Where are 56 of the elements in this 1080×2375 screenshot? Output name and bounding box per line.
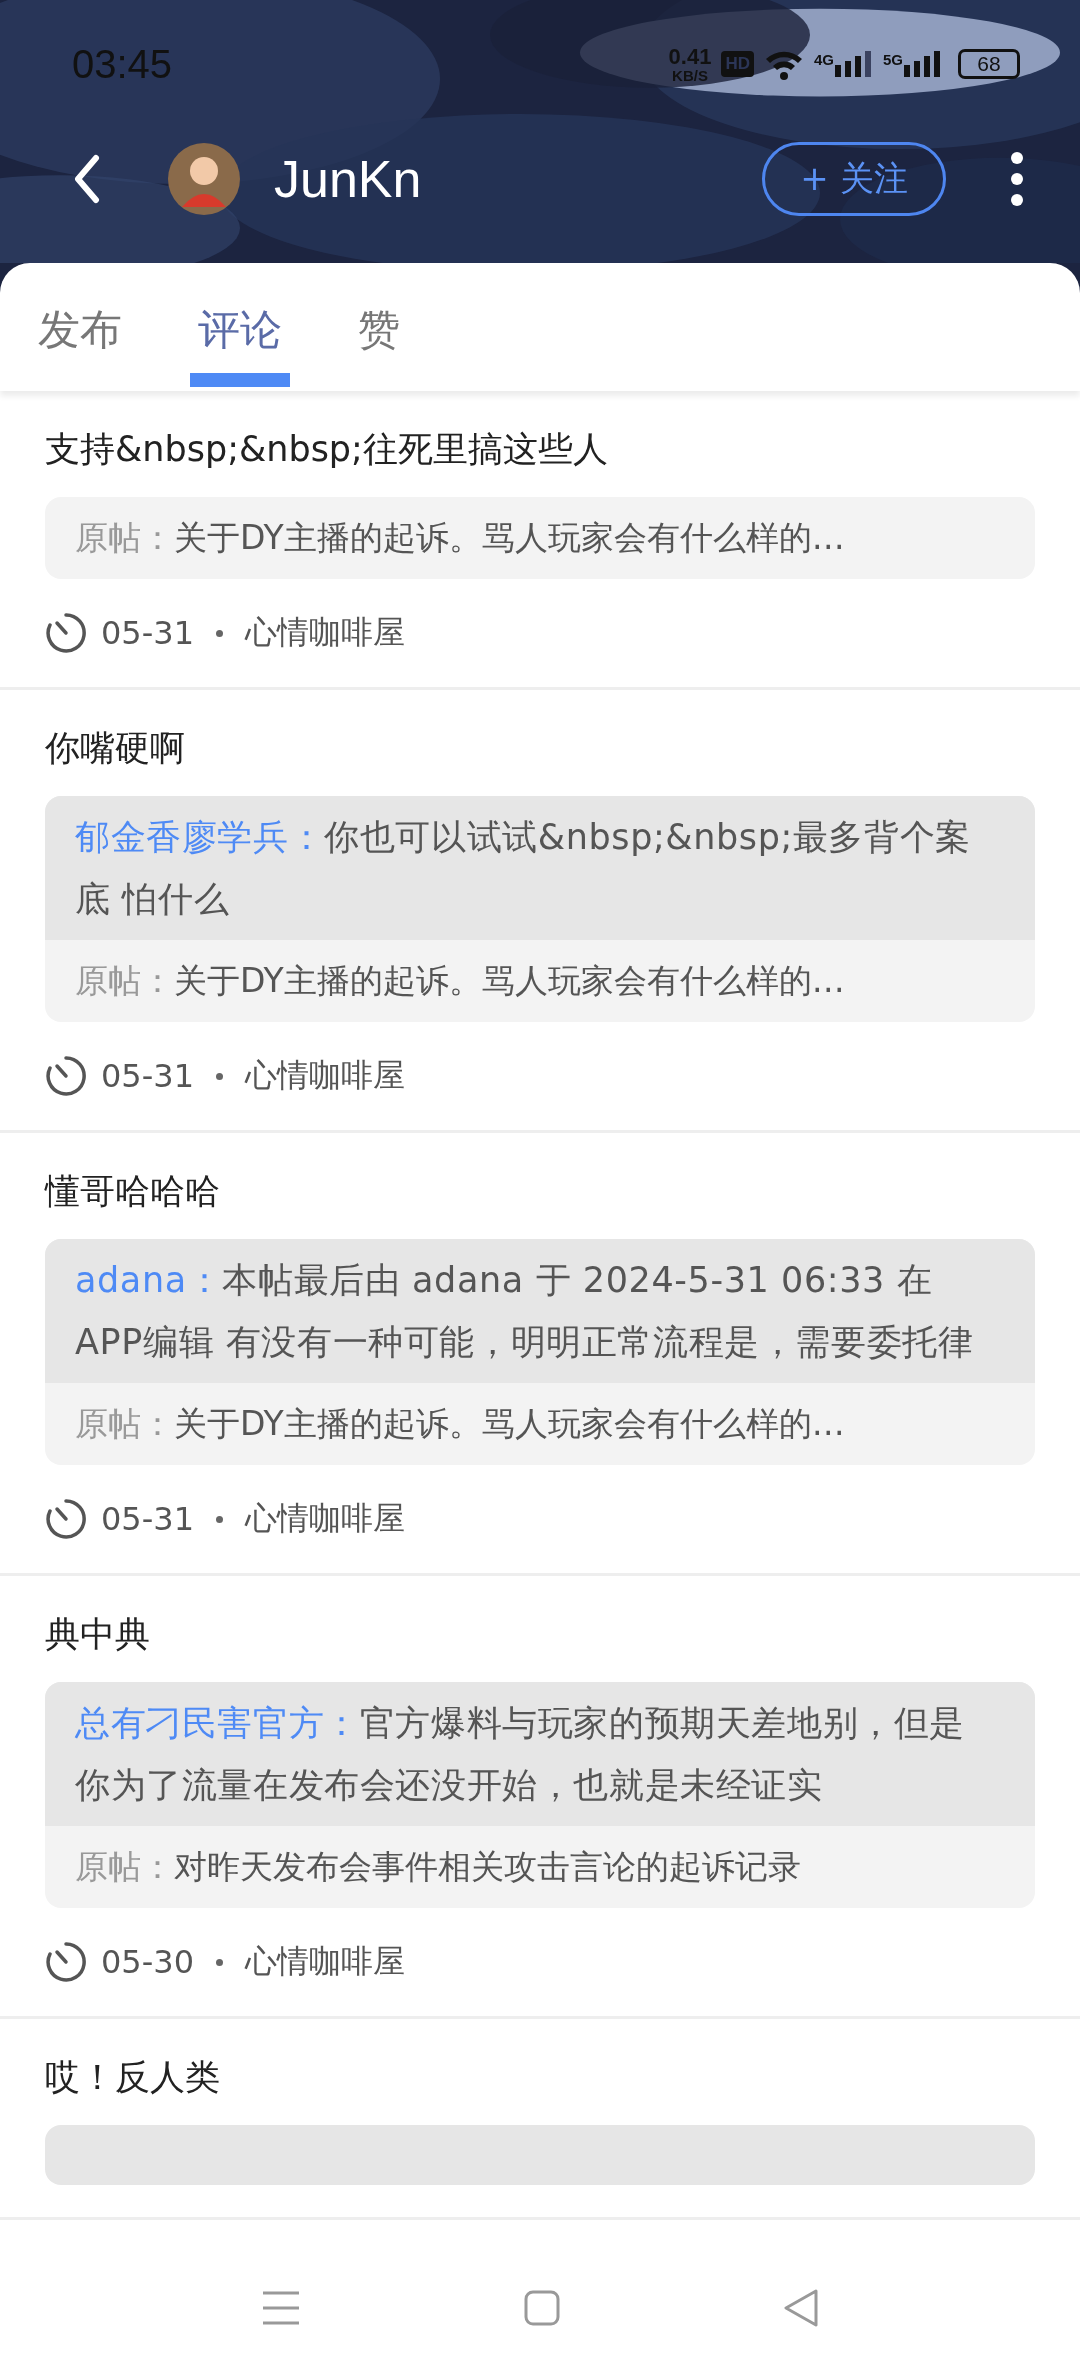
reply-text: 郁金香廖学兵：你也可以试试&nbsp;&nbsp;最多背个案底 怕什么 (75, 816, 972, 921)
original-post-label: 原帖： (75, 517, 174, 559)
signal-icon (835, 51, 873, 77)
quote-card[interactable]: 郁金香廖学兵：你也可以试试&nbsp;&nbsp;最多背个案底 怕什么 原帖：关于DY主播的起诉。骂人玩家会有什么样的… (45, 796, 1035, 1022)
quote-card[interactable]: adana：本帖最后由 adana 于 2024-5-31 06:33 在APP编辑 有没有一种可能，明明正常流程是，需要委托律 原帖：关于DY主播的起诉。骂人玩家会有什么样的… (45, 1239, 1035, 1465)
tab[interactable]: 发布 (30, 263, 130, 387)
net-speed-unit: KB/S (672, 67, 708, 83)
original-post-label: 原帖： (75, 1846, 174, 1888)
clock-icon (45, 612, 87, 654)
network-type: 4G (813, 51, 834, 68)
clock-icon (45, 1498, 87, 1540)
separator-dot (216, 1515, 223, 1523)
forum-name[interactable]: 心情咖啡屋 (245, 1497, 405, 1541)
signal-icon (904, 51, 942, 77)
net-speed: 0.41 (668, 45, 712, 68)
follow-button[interactable]: + 关注 (762, 142, 946, 216)
separator-dot (216, 1958, 223, 1966)
hd-badge: HD (721, 51, 754, 77)
comment-text: 懂哥哈哈哈 (45, 1170, 221, 1213)
back-nav-icon[interactable] (782, 2288, 819, 2327)
separator-dot (216, 629, 223, 637)
separator-dot (216, 1072, 223, 1080)
original-post-title: 关于DY主播的起诉。骂人玩家会有什么样的… (174, 960, 845, 1002)
original-post-title: 对昨天发布会事件相关攻击言论的起诉记录 (174, 1846, 801, 1888)
home-icon[interactable] (524, 2289, 560, 2326)
tab[interactable]: 赞 (350, 263, 408, 387)
back-icon[interactable] (72, 154, 102, 204)
user-name: JunKn (274, 149, 422, 209)
comment-date: 05-30 (101, 1943, 194, 1981)
comment-text: 你嘴硬啊 (45, 727, 186, 770)
comment-date: 05-31 (101, 1500, 194, 1538)
original-post-label: 原帖： (75, 1403, 174, 1445)
menu-icon[interactable] (261, 2289, 302, 2326)
comment-date: 05-31 (101, 1057, 194, 1095)
original-post-title: 关于DY主播的起诉。骂人玩家会有什么样的… (174, 517, 845, 559)
network-type: 5G (883, 51, 903, 68)
avatar (168, 143, 240, 215)
battery-icon: 68 (958, 49, 1020, 79)
forum-name[interactable]: 心情咖啡屋 (245, 611, 405, 655)
reply-text: 总有刁民害官方：官方爆料与玩家的预期天差地别，但是你为了流量在发布会还没开始，也就是未经证实 (75, 1702, 966, 1807)
clock-icon (45, 1941, 87, 1983)
reply-text: adana：本帖最后由 adana 于 2024-5-31 06:33 在APP编辑 有没有一种可能，明明正常流程是，需要委托律 (75, 1259, 975, 1364)
tab[interactable]: 评论 (190, 263, 290, 387)
quote-card[interactable]: 原帖：关于DY主播的起诉。骂人玩家会有什么样的… (45, 497, 1035, 579)
status-time: 03:45 (72, 41, 173, 87)
clock-icon (45, 1055, 87, 1097)
forum-name[interactable]: 心情咖啡屋 (245, 1940, 405, 1984)
forum-name[interactable]: 心情咖啡屋 (245, 1054, 405, 1098)
comment-text: 哎！反人类 (45, 2056, 221, 2099)
original-post-label: 原帖： (75, 960, 174, 1002)
comment-date: 05-31 (101, 614, 194, 652)
quote-card[interactable]: 总有刁民害官方：官方爆料与玩家的预期天差地别，但是你为了流量在发布会还没开始，也就是未经证实 原帖：对昨天发布会事件相关攻击言论的起诉记录 (45, 1682, 1035, 1908)
comment-text: 支持&nbsp;&nbsp;往死里搞这些人 (45, 428, 609, 471)
original-post-title: 关于DY主播的起诉。骂人玩家会有什么样的… (174, 1403, 845, 1445)
comment-text: 典中典 (45, 1613, 151, 1656)
more-icon[interactable] (1010, 151, 1024, 207)
